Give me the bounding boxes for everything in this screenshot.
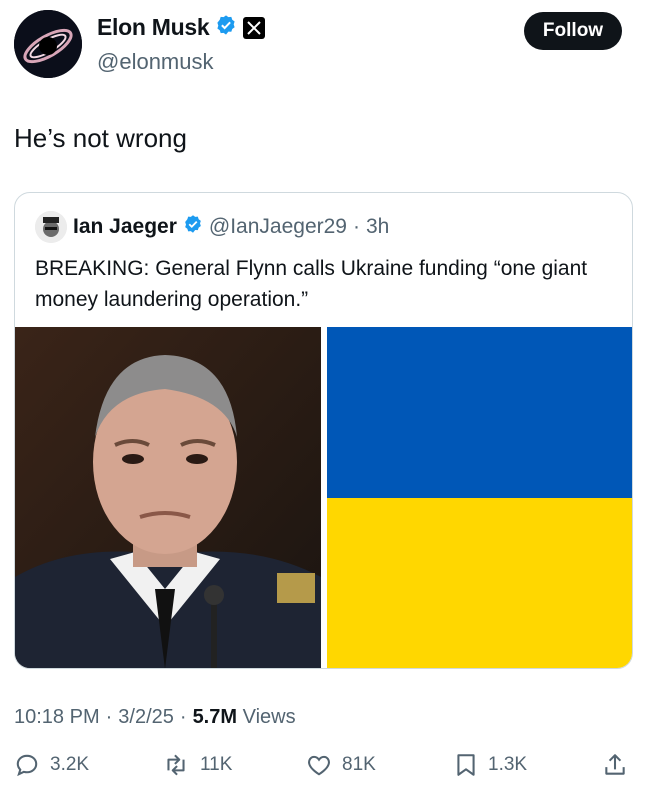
bookmark-icon bbox=[454, 752, 478, 778]
flag-yellow-stripe bbox=[327, 498, 632, 668]
quoted-photo-ukraine-flag[interactable] bbox=[327, 327, 632, 668]
reply-button[interactable]: 3.2K bbox=[14, 752, 89, 778]
bookmark-count: 1.3K bbox=[488, 754, 528, 775]
repost-count: 11K bbox=[200, 754, 233, 775]
quoted-media[interactable] bbox=[15, 327, 632, 668]
action-bar: 3.2K 11K 81K 1.3K bbox=[14, 752, 634, 792]
quoted-author-handle[interactable]: @IanJaeger29 bbox=[209, 215, 347, 239]
quoted-photo-general[interactable] bbox=[15, 327, 321, 668]
quoted-avatar[interactable] bbox=[35, 211, 67, 243]
tweet-text: He’s not wrong bbox=[14, 123, 187, 153]
verified-badge-icon bbox=[215, 14, 237, 41]
share-button[interactable] bbox=[602, 752, 628, 778]
quoted-time[interactable]: 3h bbox=[366, 215, 389, 239]
repost-button[interactable]: 11K bbox=[162, 752, 232, 778]
repost-icon bbox=[162, 752, 190, 778]
share-icon bbox=[602, 752, 628, 778]
like-button[interactable]: 81K bbox=[306, 752, 376, 778]
flag-blue-stripe bbox=[327, 327, 632, 498]
author-name[interactable]: Elon Musk bbox=[97, 14, 210, 41]
quoted-header: Ian Jaeger @IanJaeger29 · 3h bbox=[35, 211, 389, 243]
quoted-tweet[interactable]: Ian Jaeger @IanJaeger29 · 3h BREAKING: G… bbox=[14, 192, 633, 669]
quoted-separator: · bbox=[353, 215, 360, 238]
author-handle[interactable]: @elonmusk bbox=[97, 49, 214, 75]
follow-button[interactable]: Follow bbox=[524, 12, 622, 50]
author-avatar[interactable] bbox=[14, 10, 82, 78]
views-count: 5.7M bbox=[192, 706, 238, 728]
views-label: Views bbox=[242, 706, 296, 728]
like-count: 81K bbox=[342, 754, 376, 775]
tweet-date[interactable]: 3/2/25 bbox=[118, 706, 174, 729]
author-name-row: Elon Musk bbox=[97, 14, 266, 41]
quoted-verified-badge-icon bbox=[183, 214, 203, 240]
heart-icon bbox=[306, 752, 332, 778]
reply-count: 3.2K bbox=[50, 754, 90, 775]
quoted-author-name[interactable]: Ian Jaeger bbox=[73, 215, 177, 239]
x-logo-icon bbox=[243, 16, 266, 39]
meta-separator-2: · bbox=[179, 706, 187, 728]
tweet-meta: 10:18 PM · 3/2/25 · 5.7M Views bbox=[14, 706, 296, 729]
bookmark-button[interactable]: 1.3K bbox=[454, 752, 527, 778]
reply-icon bbox=[14, 752, 40, 778]
meta-separator-1: · bbox=[105, 706, 113, 728]
tweet-time[interactable]: 10:18 PM bbox=[14, 706, 100, 729]
quoted-text: BREAKING: General Flynn calls Ukraine fu… bbox=[35, 257, 588, 311]
